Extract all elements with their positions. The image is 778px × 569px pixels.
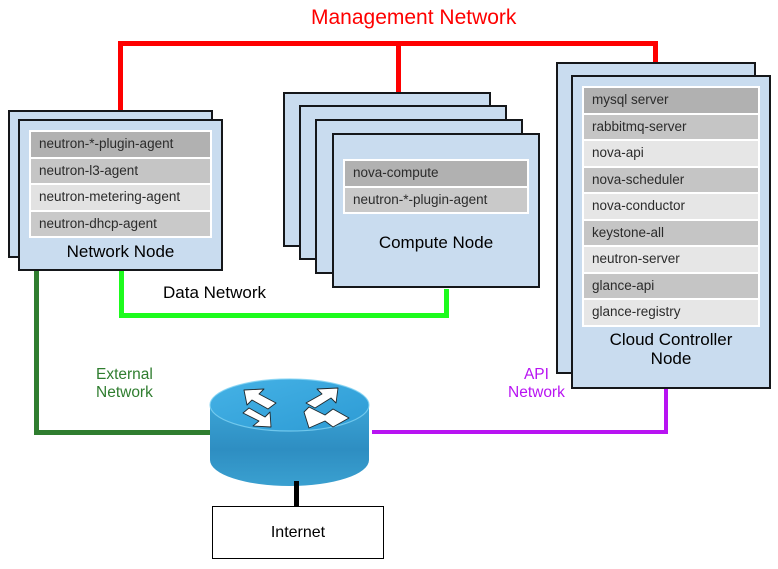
router-svg [209, 378, 370, 486]
service-row: glance-registry [584, 300, 758, 325]
data-network-bus [119, 313, 449, 318]
service-row: nova-conductor [584, 194, 758, 221]
cloud-controller-node-stack[interactable]: mysql server rabbitmq-server nova-api nova-… [556, 62, 774, 392]
compute-node-stack[interactable]: nova-compute neutron-*-plugin-agent Compu… [283, 92, 543, 292]
cloud-controller-title-line1: Cloud Controller [609, 329, 733, 349]
management-network-drop-network-node [118, 41, 123, 115]
service-row: neutron-*-plugin-agent [345, 187, 527, 212]
service-row: neutron-server [584, 247, 758, 274]
service-row: neutron-dhcp-agent [31, 211, 210, 236]
internet-label: Internet [270, 523, 326, 541]
router-switch-icon[interactable] [208, 372, 371, 492]
compute-node-title: Compute Node [378, 233, 494, 252]
service-row: glance-api [584, 273, 758, 300]
external-network-label-line2: Network [96, 384, 153, 402]
service-row: keystone-all [584, 220, 758, 247]
data-network-riser-compute-node [444, 289, 449, 318]
data-network-label: Data Network [163, 283, 266, 302]
internet-box[interactable]: Internet [212, 506, 384, 559]
diagram-canvas: Management Network Data Network External… [0, 0, 778, 569]
cloud-controller-node-title: Cloud Controller Node [573, 330, 769, 370]
api-network-riser [664, 389, 668, 434]
api-network-label-line1: API [523, 366, 549, 383]
service-row: rabbitmq-server [584, 114, 758, 141]
external-network-bus [34, 430, 224, 435]
service-row: mysql server [584, 88, 758, 115]
external-network-label: External Network [96, 366, 153, 403]
compute-node-card-front[interactable]: nova-compute neutron-*-plugin-agent Compu… [332, 133, 540, 288]
cloud-controller-card-front[interactable]: mysql server rabbitmq-server nova-api nova-… [571, 75, 771, 389]
cloud-controller-service-list: mysql server rabbitmq-server nova-api nova-… [582, 86, 760, 327]
internet-uplink-line [294, 481, 299, 506]
network-node-stack[interactable]: neutron-*-plugin-agent neutron-l3-agent ne… [8, 110, 228, 271]
service-row: neutron-*-plugin-agent [31, 132, 210, 159]
cloud-controller-title-line2: Node [650, 349, 692, 369]
network-node-title: Network Node [66, 242, 175, 261]
compute-node-service-list: nova-compute neutron-*-plugin-agent [343, 159, 529, 214]
service-row: neutron-l3-agent [31, 158, 210, 185]
api-network-bus [372, 430, 668, 434]
service-row: nova-scheduler [584, 167, 758, 194]
service-row: nova-api [584, 141, 758, 168]
network-node-card-front[interactable]: neutron-*-plugin-agent neutron-l3-agent ne… [18, 119, 223, 271]
network-node-service-list: neutron-*-plugin-agent neutron-l3-agent ne… [29, 130, 212, 238]
service-row: nova-compute [345, 161, 527, 188]
management-network-drop-compute-node [396, 41, 401, 93]
management-network-label: Management Network [311, 6, 517, 29]
management-network-bus [118, 41, 658, 46]
external-network-label-line1: External [96, 366, 153, 383]
data-network-riser-network-node [119, 270, 124, 318]
service-row: neutron-metering-agent [31, 185, 210, 212]
external-network-riser [34, 270, 39, 435]
